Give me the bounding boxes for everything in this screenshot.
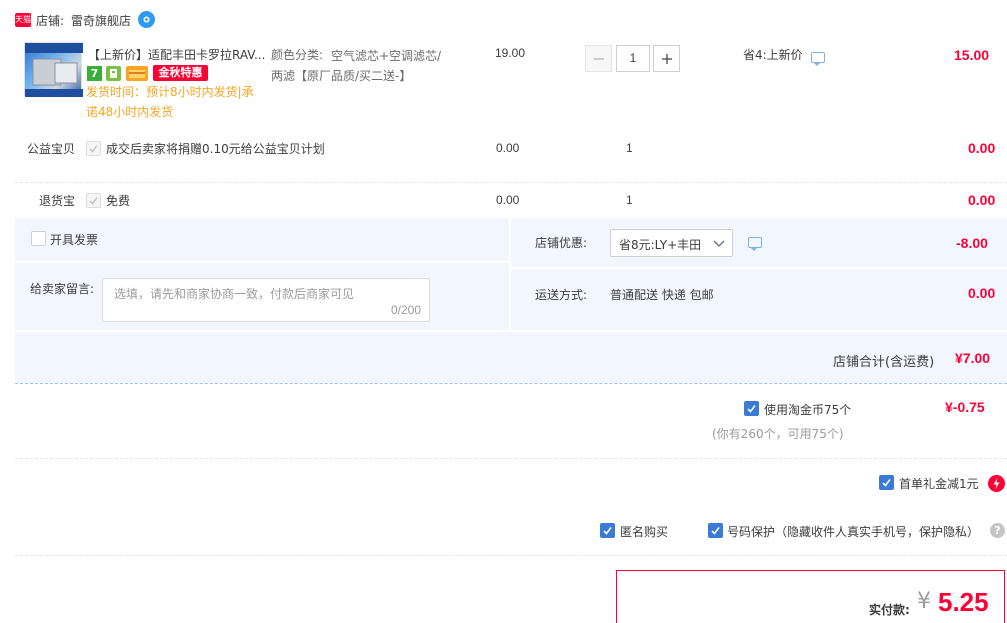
number-protection-label: 号码保护（隐藏收件人真实手机号，保护隐私）	[727, 525, 980, 539]
anonymous-purchase-checkbox[interactable]	[600, 523, 615, 538]
quantity-increase-button[interactable]	[653, 45, 680, 72]
message-label: 给卖家留言:	[30, 282, 95, 296]
charity-checkbox	[86, 141, 101, 156]
badge-autumn-promo: 金秋特惠	[153, 65, 208, 81]
payment-summary-box: 实付款: ¥ 5.25	[616, 570, 1005, 623]
number-protection-checkbox[interactable]	[708, 523, 723, 538]
badge-card-icon	[126, 66, 148, 81]
charity-subtotal: 0.00	[968, 140, 996, 156]
delivery-label: 运送方式:	[535, 288, 588, 302]
pay-label: 实付款:	[869, 603, 910, 617]
store-total-label: 店铺合计(含运费)	[833, 355, 935, 370]
return-insurance-subtotal: 0.00	[968, 192, 996, 208]
badge-guarantee-icon	[106, 66, 121, 81]
coins-checkbox[interactable]	[744, 401, 759, 416]
first-order-label: 首单礼金减1元	[899, 477, 979, 491]
return-insurance-qty: 1	[626, 193, 633, 207]
pay-amount: 5.25	[938, 587, 989, 617]
store-discount-label: 店铺优惠:	[535, 236, 588, 250]
product-thumbnail[interactable]	[24, 42, 83, 97]
coins-label: 使用淘金币75个	[764, 403, 852, 417]
charity-label: 公益宝贝	[27, 142, 76, 156]
first-order-checkbox[interactable]	[879, 475, 894, 490]
panel-bottom-divider	[15, 330, 1007, 332]
shop-prefix: 店铺:	[36, 14, 65, 28]
invoice-checkbox[interactable]	[31, 231, 46, 246]
wangwang-chat-icon[interactable]	[138, 11, 155, 28]
pay-currency: ¥	[917, 589, 931, 614]
charity-text: 成交后卖家将捐赠0.10元给公益宝贝计划	[106, 142, 325, 156]
message-placeholder: 选填，请先和商家协商一致，付款后商家可见	[114, 287, 355, 301]
item-discount-label: 省4:上新价	[743, 48, 803, 62]
panel-right-divider	[511, 267, 1007, 269]
panel-vertical-divider	[509, 218, 511, 332]
delivery-amount: 0.00	[968, 285, 996, 301]
store-total-value: ¥7.00	[955, 350, 991, 366]
product-title-link[interactable]: 【上新价】适配丰田卡罗拉RAV...	[88, 46, 268, 63]
shop-name-link[interactable]: 雷奇旗舰店	[71, 12, 131, 29]
store-discount-amount: -8.00	[956, 235, 988, 251]
chevron-down-icon	[713, 240, 725, 247]
quantity-input[interactable]: 1	[616, 45, 650, 72]
badge-seven-day-return: 7	[87, 66, 102, 81]
message-textarea[interactable]: 选填，请先和商家协商一致，付款后商家可见 0/200	[102, 278, 430, 322]
delivery-method: 普通配送 快递 包邮	[610, 288, 714, 302]
quantity-decrease-button[interactable]	[585, 45, 612, 72]
divider	[15, 458, 1007, 459]
return-insurance-price: 0.00	[496, 193, 520, 207]
anonymous-purchase-label: 匿名购买	[620, 525, 669, 539]
divider	[15, 555, 1007, 556]
help-icon[interactable]: ?	[990, 523, 1005, 538]
store-discount-selected: 省8元:LY+丰田	[619, 238, 702, 252]
charity-price: 0.00	[496, 141, 520, 155]
item-subtotal: 15.00	[954, 47, 990, 63]
message-char-counter: 0/200	[390, 303, 421, 317]
unit-price: 19.00	[495, 46, 526, 60]
discount-info-icon[interactable]	[811, 52, 825, 66]
divider	[15, 182, 1007, 183]
lightning-icon	[988, 475, 1005, 492]
panel-bottom-border	[15, 383, 1007, 384]
coins-note: (你有260个，可用75个)	[712, 427, 844, 441]
spec-value: 空气滤芯+空调滤芯/两滤【原厂品质/买二送-】	[271, 49, 442, 83]
tmall-badge: 天猫	[15, 13, 31, 27]
return-insurance-checkbox	[86, 193, 101, 208]
return-insurance-text: 免费	[106, 194, 131, 208]
coins-amount: ¥-0.75	[945, 399, 985, 415]
charity-qty: 1	[626, 141, 633, 155]
panel-left-divider	[15, 261, 509, 263]
invoice-label: 开具发票	[50, 233, 99, 247]
store-discount-info-icon[interactable]	[748, 237, 762, 251]
return-insurance-label: 退货宝	[39, 194, 76, 208]
store-discount-select[interactable]: 省8元:LY+丰田	[610, 229, 733, 257]
shipping-time-note: 发货时间：预计8小时内发货|承诺48小时内发货	[86, 85, 254, 119]
